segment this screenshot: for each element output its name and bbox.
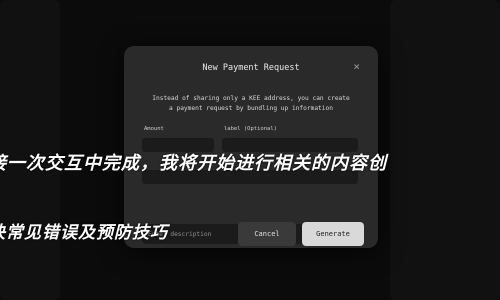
overlay-caption-line-1: 接一次交互中完成，我将开始进行相关的内容创 <box>0 153 387 174</box>
dialog-description: Instead of sharing only a KEE address, y… <box>124 94 378 114</box>
close-icon[interactable]: × <box>353 61 360 72</box>
overlay-caption-line-2: 决常见错误及预防技巧 <box>0 223 168 243</box>
cancel-button[interactable]: Cancel <box>238 222 296 246</box>
description-line-2: a payment request by bundling up informa… <box>169 105 333 112</box>
label-field-label: label (Optional) <box>224 126 277 132</box>
amount-label: Amount <box>144 126 164 132</box>
background-panel-right <box>390 0 500 300</box>
generate-button[interactable]: Generate <box>302 222 364 246</box>
dialog-title: New Payment Request <box>202 63 300 73</box>
description-line-1: Instead of sharing only a KEE address, y… <box>152 95 350 102</box>
